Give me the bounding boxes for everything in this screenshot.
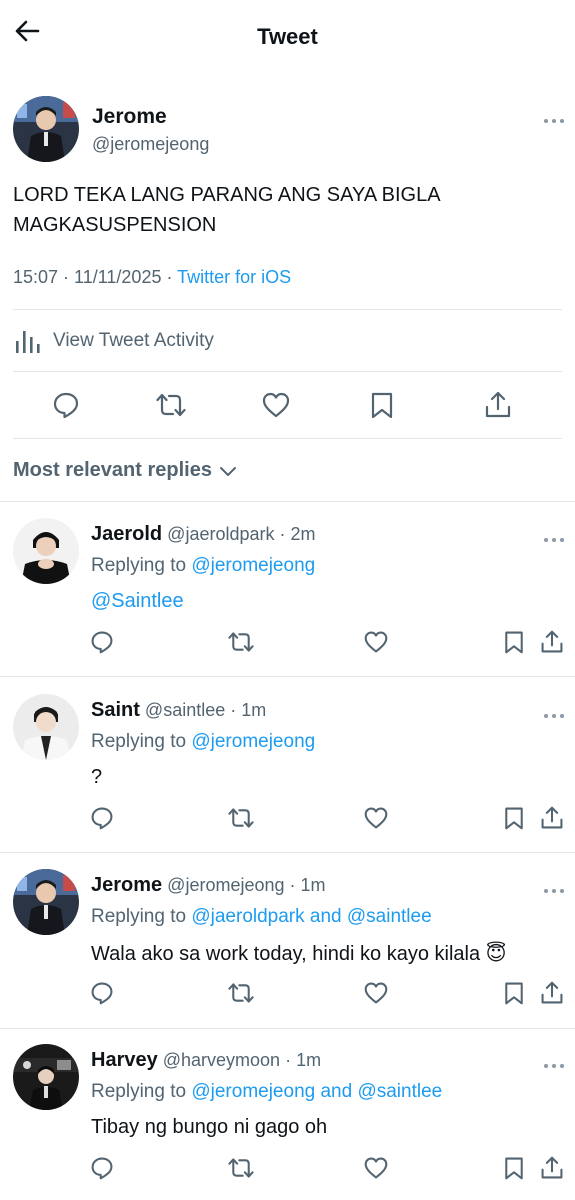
divider [13,438,562,439]
retweet-icon[interactable] [228,1156,254,1180]
reply-icon[interactable] [90,1156,114,1180]
replying-to-link[interactable]: @jaeroldpark and @saintlee [191,906,431,927]
share-icon[interactable] [540,806,564,830]
avatar[interactable] [13,694,79,760]
reply-text: ? [91,766,103,788]
separator: · [230,700,237,720]
share-icon[interactable] [540,630,564,654]
share-icon[interactable] [540,1156,564,1180]
share-button[interactable] [484,391,512,419]
share-icon[interactable] [540,981,564,1005]
share-icon [485,391,511,418]
avatar[interactable] [13,1044,79,1110]
reply-text: Tibay ng bungo ni gago oh [91,1116,328,1138]
author-name[interactable]: Jerome [92,105,167,129]
replying-to: Replying to @jeromejeong [91,731,315,753]
activity-label: View Tweet Activity [53,330,214,351]
reply-header: Harvey @harveymoon · 1m [91,1049,321,1072]
more-options-icon[interactable] [543,1057,567,1068]
like-icon[interactable] [364,981,388,1005]
reply-author-handle[interactable]: @harveymoon [163,1050,280,1070]
retweet-icon [156,393,186,417]
more-options-icon[interactable] [543,707,567,718]
reply-author-handle[interactable]: @jeromejeong [167,875,284,895]
bookmark-icon[interactable] [502,630,526,654]
reply-header: Jaerold @jaeroldpark · 2m [91,523,316,546]
replying-to: Replying to @jeromejeong [91,555,315,577]
reply-header: Saint @saintlee · 1m [91,699,266,722]
reply-author-name[interactable]: Jaerold [91,523,162,545]
replying-to: Replying to @jeromejeong and @saintlee [91,1081,442,1103]
tweet-source[interactable]: Twitter for iOS [177,267,291,287]
tweet-meta: 15:07 · 11/11/2025 · Twitter for iOS [13,267,292,287]
reply-icon[interactable] [90,806,114,830]
like-icon [262,392,290,418]
reply-text-content: Wala ako sa work today, hindi ko kayo ki… [91,943,481,965]
reply-author-handle[interactable]: @jaeroldpark [167,524,274,544]
like-icon[interactable] [364,1156,388,1180]
page-title: Tweet [257,24,318,49]
retweet-icon[interactable] [228,630,254,654]
reply-item[interactable]: Harvey @harveymoon · 1m Replying to @jer… [0,1027,575,1200]
avatar[interactable] [13,869,79,935]
more-options-icon[interactable] [543,882,567,893]
tweet-date: 11/11/2025 [74,267,162,287]
more-options-icon[interactable] [543,112,567,123]
bookmark-icon [371,392,393,419]
bookmark-icon[interactable] [502,981,526,1005]
reply-author-name[interactable]: Harvey [91,1049,158,1071]
more-options-icon[interactable] [543,531,567,542]
reply-author-handle[interactable]: @saintlee [145,700,225,720]
replies-sort-dropdown[interactable]: Most relevant replies [13,459,238,482]
view-tweet-activity[interactable]: View Tweet Activity [13,326,214,356]
retweet-icon[interactable] [228,981,254,1005]
tweet-time: 15:07 [13,267,59,287]
divider [13,371,562,372]
replying-prefix: Replying to [91,731,187,752]
tweet-text: LORD TEKA LANG PARANG ANG SAYA BIGLA MAG… [13,184,440,236]
analytics-icon [16,331,40,353]
reply-header: Jerome @jeromejeong · 1m [91,874,326,897]
separator: · [279,524,286,544]
like-button[interactable] [262,391,290,419]
smiling-face-with-halo-emoji: 😇 [485,943,507,965]
chevron-down-icon [219,466,236,476]
reply-time: 2m [290,524,316,544]
reply-icon[interactable] [90,981,114,1005]
reply-time: 1m [296,1050,322,1070]
avatar[interactable] [13,518,79,584]
replying-to: Replying to @jaeroldpark and @saintlee [91,906,432,928]
reply-author-name[interactable]: Jerome [91,874,162,896]
reply-author-name[interactable]: Saint [91,699,140,721]
reply-item[interactable]: Saint @saintlee · 1m Replying to @jerome… [0,677,575,853]
replying-prefix: Replying to [91,906,187,927]
reply-button[interactable] [52,391,80,419]
bookmark-icon[interactable] [502,806,526,830]
like-icon[interactable] [364,806,388,830]
bookmark-icon[interactable] [502,1156,526,1180]
avatar[interactable] [13,96,79,162]
like-icon[interactable] [364,630,388,654]
reply-icon [53,392,79,419]
separator: · [285,1050,292,1070]
reply-time: 1m [300,875,326,895]
reply-item[interactable]: Jaerold @jaeroldpark · 2m Replying to @j… [0,501,575,677]
replies-sort-label: Most relevant replies [13,459,212,481]
retweet-button[interactable] [156,391,186,419]
replying-to-link[interactable]: @jeromejeong [191,555,315,576]
replying-to-link[interactable]: @jeromejeong [191,731,315,752]
replying-prefix: Replying to [91,1081,187,1102]
reply-time: 1m [241,700,267,720]
bookmark-button[interactable] [368,391,396,419]
divider [13,309,562,310]
reply-text[interactable]: @Saintlee [91,590,184,613]
separator: · [289,875,296,895]
replying-prefix: Replying to [91,555,187,576]
reply-text: Wala ako sa work today, hindi ko kayo ki… [91,941,507,966]
reply-icon[interactable] [90,630,114,654]
author-handle[interactable]: @jeromejeong [92,134,209,155]
reply-item[interactable]: Jerome @jeromejeong · 1m Replying to @ja… [0,852,575,1028]
replying-to-link[interactable]: @jeromejeong and @saintlee [191,1081,442,1102]
retweet-icon[interactable] [228,806,254,830]
